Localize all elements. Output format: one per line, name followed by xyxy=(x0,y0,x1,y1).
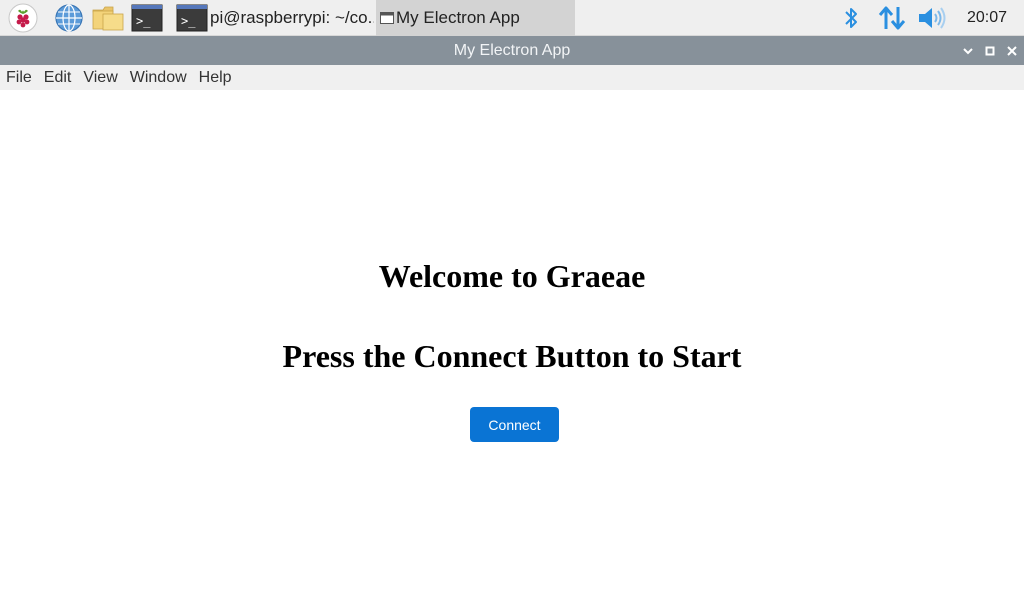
clock[interactable]: 20:07 xyxy=(958,0,1016,36)
menubar: File Edit View Window Help xyxy=(0,65,1024,90)
bluetooth-icon[interactable] xyxy=(838,0,864,36)
task-label: My Electron App xyxy=(396,8,520,27)
task-label: pi@raspberrypi: ~/co... xyxy=(210,8,374,27)
maximize-square-icon[interactable] xyxy=(983,44,997,58)
connect-button[interactable]: Connect xyxy=(470,407,559,442)
file-manager-folder-icon[interactable] xyxy=(90,2,126,34)
welcome-heading: Welcome to Graeae xyxy=(378,258,646,294)
window-titlebar[interactable]: My Electron App xyxy=(0,36,1024,65)
web-browser-globe-icon[interactable] xyxy=(52,2,86,34)
svg-text:>_: >_ xyxy=(136,14,151,28)
svg-text:>_: >_ xyxy=(181,14,196,28)
close-x-icon[interactable] xyxy=(1005,44,1019,58)
app-content: Welcome to Graeae Press the Connect Butt… xyxy=(0,90,1024,600)
network-arrows-icon[interactable] xyxy=(876,0,908,36)
menu-help[interactable]: Help xyxy=(193,65,238,90)
taskbar-task-electron-app[interactable]: My Electron App xyxy=(376,0,575,36)
instruction-heading: Press the Connect Button to Start xyxy=(282,338,742,374)
terminal-icon: >_ xyxy=(176,4,208,32)
volume-icon[interactable] xyxy=(916,0,948,36)
window-title: My Electron App xyxy=(453,42,571,59)
taskbar-task-terminal[interactable]: >_ pi@raspberrypi: ~/co... xyxy=(176,0,374,36)
raspberry-menu-icon[interactable] xyxy=(6,2,40,34)
app-window-icon xyxy=(380,12,394,24)
menu-file[interactable]: File xyxy=(0,65,38,90)
minimize-chevron-icon[interactable] xyxy=(961,44,975,58)
terminal-icon[interactable]: >_ xyxy=(130,2,164,34)
taskbar: >_ >_ pi@raspberrypi: ~/co... My Electro… xyxy=(0,0,1024,36)
menu-edit[interactable]: Edit xyxy=(38,65,78,90)
menu-window[interactable]: Window xyxy=(124,65,193,90)
menu-view[interactable]: View xyxy=(77,65,123,90)
